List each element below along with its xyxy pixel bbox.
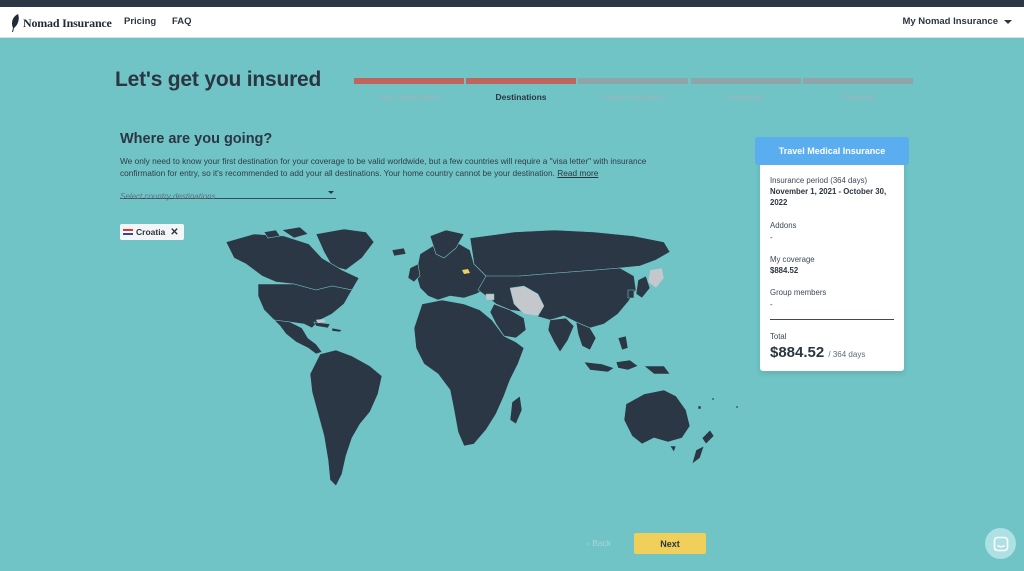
total-value: $884.52 <box>770 344 825 361</box>
nav-link-faq[interactable]: FAQ <box>172 16 192 27</box>
next-button[interactable]: Next <box>634 533 706 554</box>
map-pacific-islands <box>697 397 739 410</box>
step-bar-summary <box>691 78 801 84</box>
map-south-america <box>309 349 383 487</box>
step-bar-group-members <box>578 78 688 84</box>
chat-bubble-icon <box>993 536 1008 551</box>
map-syria-unavailable <box>485 293 495 301</box>
chat-launcher[interactable] <box>985 528 1016 559</box>
feather-icon <box>12 14 19 32</box>
chevron-down-icon <box>1004 19 1012 24</box>
step-bar-destinations <box>466 78 576 84</box>
coverage-label: My coverage <box>770 255 815 264</box>
total-amount: $884.52 / 364 days <box>770 344 865 361</box>
map-australia <box>623 389 691 445</box>
remove-destination-icon[interactable]: ✕ <box>170 227 178 238</box>
map-indonesia <box>583 335 671 375</box>
navbar: Nomad Insurance Pricing FAQ My Nomad Ins… <box>0 7 1024 38</box>
addons-value: - <box>770 233 773 242</box>
step-bar-payment <box>803 78 913 84</box>
step-bar-your-information <box>354 78 464 84</box>
map-india <box>547 317 575 353</box>
destination-chip-croatia: Croatia ✕ <box>120 224 184 240</box>
destinations-heading: Where are you going? <box>120 131 273 147</box>
world-map[interactable] <box>224 224 744 490</box>
coverage-value: $884.52 <box>770 266 799 275</box>
account-menu[interactable]: My Nomad Insurance <box>902 16 1012 27</box>
period-value: November 1, 2021 - October 30, 2022 <box>770 187 887 207</box>
map-north-korea-unavailable <box>647 267 665 289</box>
total-period: / 364 days <box>828 350 866 359</box>
group-members-value: - <box>770 300 773 309</box>
step-label-destinations: Destinations <box>495 92 547 102</box>
map-cuba-unavailable <box>315 318 327 324</box>
country-select[interactable]: Select country destinations <box>120 186 336 201</box>
read-more-link[interactable]: Read more <box>557 168 598 178</box>
back-button[interactable]: ‹ Back <box>587 538 611 548</box>
group-members-label: Group members <box>770 288 827 297</box>
chevron-down-icon <box>328 191 334 194</box>
step-label-payment: Payment <box>841 92 875 102</box>
country-select-placeholder: Select country destinations <box>120 192 216 201</box>
addons-label: Addons <box>770 221 797 230</box>
step-label-summary: Summary <box>727 92 765 102</box>
croatia-flag-icon <box>123 228 133 236</box>
total-label: Total <box>770 332 787 341</box>
map-caribbean <box>313 321 343 333</box>
summary-card-title: Travel Medical Insurance <box>755 137 909 165</box>
map-usa <box>257 283 353 329</box>
map-iceland <box>391 247 407 257</box>
brand-logo[interactable]: Nomad Insurance <box>10 13 112 33</box>
destination-chip-label: Croatia <box>136 227 166 237</box>
map-madagascar <box>509 395 523 425</box>
destinations-description: We only need to know your first destinat… <box>120 155 680 179</box>
step-label-your-information[interactable]: Your information <box>354 92 464 102</box>
brand-name: Nomad Insurance <box>23 15 112 30</box>
nav-link-pricing[interactable]: Pricing <box>124 16 156 27</box>
summary-card: Travel Medical Insurance Insurance perio… <box>755 137 909 371</box>
period-label: Insurance period (364 days) <box>770 176 868 185</box>
page-title: Let's get you insured <box>115 68 322 91</box>
step-label-group-members: Group members <box>602 92 664 102</box>
card-divider <box>770 319 894 320</box>
account-menu-label: My Nomad Insurance <box>902 16 998 27</box>
